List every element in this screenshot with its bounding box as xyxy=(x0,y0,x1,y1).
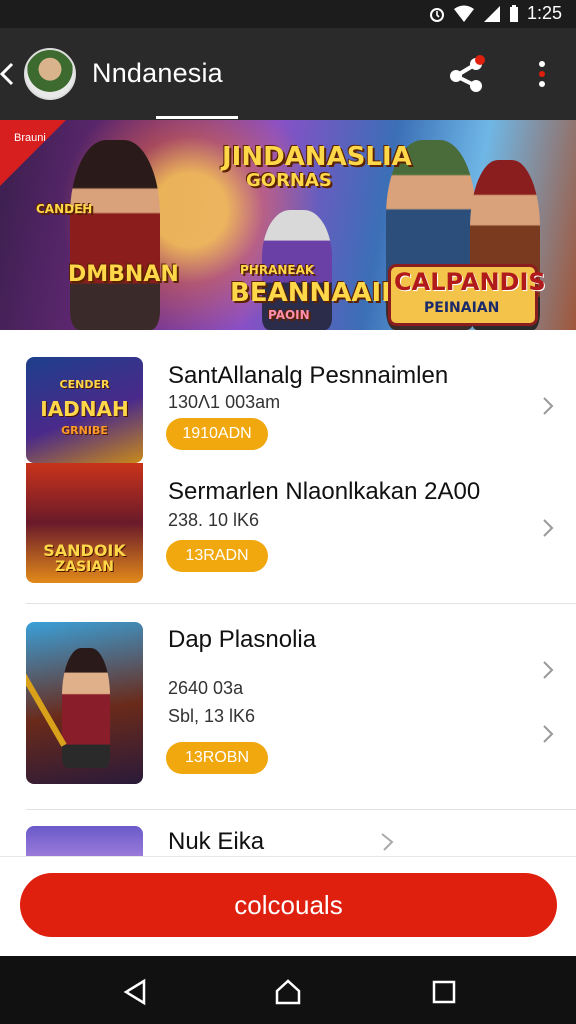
primary-cta-button[interactable]: colcouals xyxy=(20,873,557,937)
banner-corner-ribbon xyxy=(0,120,66,186)
price-pill[interactable]: 1910ADN xyxy=(166,418,268,450)
game-thumbnail[interactable]: CENDER IADNAH GRNIBE xyxy=(26,357,143,463)
page-title: Nndanesia xyxy=(92,58,223,88)
share-icon[interactable] xyxy=(446,54,490,94)
thumbnail-label-bottom: GRNIBE xyxy=(61,424,108,437)
battery-icon xyxy=(509,4,518,22)
banner-center-over: PHRANEAK xyxy=(240,263,315,277)
game-thumbnail[interactable]: SANDOIK ZASIAN xyxy=(26,463,143,583)
chevron-right-icon[interactable] xyxy=(540,722,556,746)
back-arrow-icon[interactable] xyxy=(0,60,14,88)
banner-headline: JINDANASLIA xyxy=(222,142,412,172)
nav-home-icon[interactable] xyxy=(274,978,302,1006)
banner-right-sub: PEINAIAN xyxy=(424,300,500,316)
banner-left-label: DMBNAN xyxy=(68,262,179,287)
chevron-right-icon[interactable] xyxy=(540,394,556,418)
status-time: 1:25 xyxy=(526,3,562,23)
price-pill[interactable]: 13ROBN xyxy=(166,742,268,774)
banner-center-under: PAOIN xyxy=(268,308,310,322)
thumbnail-staff xyxy=(26,657,67,747)
game-title[interactable]: Nuk Eika xyxy=(168,828,264,856)
game-meta: 238. 10 lK6 xyxy=(168,510,260,530)
nav-recents-icon[interactable] xyxy=(430,978,458,1006)
game-title[interactable]: SantAllanalg Pesnnaimlen xyxy=(168,362,448,390)
loading-icon xyxy=(381,833,394,851)
avatar[interactable] xyxy=(24,48,76,100)
title-underline xyxy=(156,116,238,119)
game-title[interactable]: Dap Plasnolia xyxy=(168,626,316,654)
promo-banner[interactable]: Brauni JINDANASLIA GORNAS CANDEH DMBNAN … xyxy=(0,120,576,330)
thumbnail-character xyxy=(62,648,110,768)
banner-center-label: BEANNAAIK xyxy=(230,278,402,308)
bottom-panel: colcouals xyxy=(0,856,576,956)
banner-right-label: CALPANDIS xyxy=(394,268,546,296)
status-bar: 1:25 xyxy=(0,0,576,28)
system-nav-bar xyxy=(0,956,576,1024)
nav-back-icon[interactable] xyxy=(122,978,150,1006)
chevron-right-icon[interactable] xyxy=(540,658,556,682)
more-vert-icon[interactable] xyxy=(530,56,554,92)
alarm-icon xyxy=(429,7,444,22)
game-meta-secondary: Sbl, 13 lK6 xyxy=(168,706,256,726)
thumbnail-label-bottom: ZASIAN xyxy=(55,559,114,575)
chevron-right-icon[interactable] xyxy=(540,516,556,540)
game-title[interactable]: Sermarlen Nlaonlkakan 2A00 xyxy=(168,478,480,506)
game-meta: 130Λ1 003am xyxy=(168,392,281,412)
list-divider xyxy=(26,603,576,604)
wifi-icon xyxy=(453,5,474,22)
banner-headline-sub: GORNAS xyxy=(246,170,332,191)
game-meta: 2640 03a xyxy=(168,678,244,698)
price-pill[interactable]: 13RADN xyxy=(166,540,268,572)
game-thumbnail[interactable] xyxy=(26,622,143,784)
thumbnail-label: SANDOIK xyxy=(43,541,126,560)
banner-tag: Brauni xyxy=(14,132,46,144)
game-thumbnail[interactable] xyxy=(26,826,143,856)
thumbnail-label-top: CENDER xyxy=(59,378,110,391)
thumbnail-label: IADNAH xyxy=(40,397,129,421)
signal-icon xyxy=(483,5,500,22)
app-bar: Nndanesia xyxy=(0,28,576,120)
banner-left-badge: CANDEH xyxy=(36,202,93,216)
list-divider xyxy=(26,809,576,810)
banner-character-left xyxy=(70,140,160,330)
